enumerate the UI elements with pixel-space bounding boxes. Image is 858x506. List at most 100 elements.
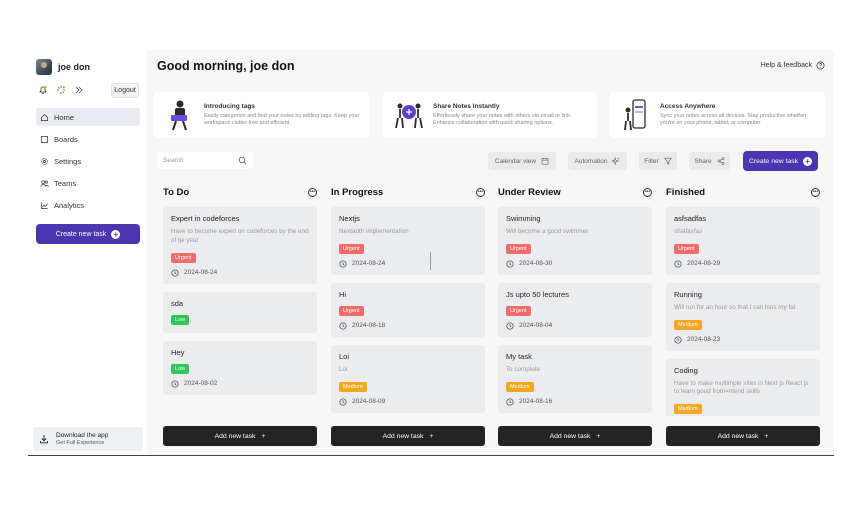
add-new-task-button[interactable]: Add new task +	[163, 426, 317, 446]
sidebar-item-home[interactable]: Home	[36, 108, 140, 126]
feature-title: Share Notes Instantly	[433, 103, 500, 111]
home-icon	[40, 113, 49, 121]
automation-button[interactable]: Automation	[568, 152, 627, 170]
clock-icon	[339, 398, 347, 406]
sidebar: joe don Logout Home Boards Settings Team…	[28, 50, 147, 455]
priority-badge: Medium	[674, 404, 702, 415]
column-in-progress: In Progress ••• Nextjs Nextauth implementat…	[331, 184, 485, 446]
task-title: asfsadfas	[674, 214, 707, 223]
clock-icon	[339, 322, 347, 330]
card-list[interactable]: Swimming Will become a good swimmer Urgent…	[498, 207, 652, 416]
task-card[interactable]: Js upto 50 lectures Urgent 2024-08-04	[498, 282, 652, 337]
priority-badge: Medium	[339, 381, 367, 392]
filter-icon	[663, 157, 672, 165]
due-date-text: 2024-08-24	[352, 260, 386, 268]
sidebar-item-boards[interactable]: Boards	[36, 130, 140, 148]
due-date-text: 2024-08-18	[352, 322, 386, 330]
due-date-text: 2024-08-09	[352, 398, 386, 406]
sidebar-create-task-button[interactable]: Create new task +	[36, 224, 140, 244]
share-button[interactable]: Share	[689, 152, 730, 170]
chart-icon	[40, 201, 48, 209]
plus-icon: +	[764, 432, 769, 440]
tags-illustration	[166, 97, 194, 133]
clock-icon	[171, 269, 179, 277]
user-profile[interactable]: joe don	[36, 59, 90, 75]
priority-badge: Medium	[506, 381, 534, 392]
due-date-text: 2024-08-04	[519, 322, 553, 330]
clock-icon	[506, 398, 514, 406]
access-illustration	[622, 97, 650, 133]
add-new-task-button[interactable]: Add new task +	[498, 426, 652, 446]
share-icon	[717, 157, 725, 165]
page-title: Good morning, joe don	[157, 59, 295, 73]
more-options-icon[interactable]: •••	[643, 187, 652, 197]
sidebar-item-settings[interactable]: Settings	[36, 152, 140, 170]
add-new-task-button[interactable]: Add new task +	[666, 426, 820, 446]
add-task-label: Add new task	[717, 432, 759, 440]
sidebar-item-label: Teams	[54, 178, 77, 188]
add-task-label: Add new task	[382, 432, 424, 440]
sidebar-item-analytics[interactable]: Analytics	[36, 196, 140, 214]
task-card[interactable]: Nextjs Nextauth implementation Urgent 2024-…	[331, 207, 485, 275]
create-new-task-button[interactable]: Create new task +	[743, 151, 818, 171]
task-title: My task	[506, 351, 532, 361]
feature-description: Sync your notes across all devices. Stay…	[660, 113, 807, 126]
task-card[interactable]: Expert in codeforces Have to become exper…	[163, 207, 317, 284]
add-task-label: Add new task	[214, 432, 256, 440]
logout-button[interactable]: Logout	[111, 83, 139, 98]
task-description: Nextauth implementation	[339, 228, 409, 235]
help-feedback-link[interactable]: Help & feedback	[761, 61, 825, 70]
avatar[interactable]	[36, 59, 52, 75]
calendar-view-button[interactable]: Calendar view	[488, 152, 556, 170]
more-options-icon[interactable]: •••	[476, 187, 485, 197]
card-list[interactable]: Nextjs Nextauth implementation Urgent 2024-…	[331, 207, 485, 416]
task-card[interactable]: Running Will run for an hour so that I ca…	[666, 282, 820, 351]
task-card[interactable]: Swimming Will become a good swimmer Urgent…	[498, 207, 652, 275]
task-card[interactable]: Hey Low 2024-08-02	[163, 340, 317, 395]
search-icon	[238, 156, 247, 165]
loader-icon[interactable]	[55, 84, 66, 95]
task-card[interactable]: My task To complete Medium 2024-08-16	[498, 344, 652, 413]
priority-badge: Medium	[674, 319, 702, 330]
double-chevron-right-icon[interactable]	[73, 84, 84, 95]
task-title: Loi	[339, 351, 350, 361]
add-new-task-button[interactable]: Add new task +	[331, 426, 485, 446]
bell-icon[interactable]	[37, 84, 48, 95]
card-list[interactable]: Expert in codeforces Have to become exper…	[163, 207, 317, 416]
add-task-label: Add new task	[549, 432, 591, 440]
filter-label: Filter	[644, 157, 659, 165]
help-label: Help & feedback	[760, 62, 812, 69]
create-task-label: Create new task	[748, 157, 799, 165]
task-card[interactable]: sda Low	[163, 291, 317, 333]
filter-button[interactable]: Filter	[639, 152, 677, 170]
task-description: Have to make multimple sites in Next js …	[674, 379, 809, 396]
due-date-text: 2024-08-02	[184, 380, 218, 388]
task-card[interactable]: Loi Loi Medium 2024-08-09	[331, 344, 485, 413]
download-app-button[interactable]: Download the app Get Full Experience	[33, 427, 143, 451]
username: joe don	[58, 62, 90, 72]
priority-badge: Low	[171, 314, 190, 325]
task-card[interactable]: asfsadfas sfsafasfas Urgent 2024-08-29	[666, 207, 820, 275]
column-under-review: Under Review ••• Swimming Will become a goo…	[498, 184, 652, 446]
task-description: Loi	[339, 365, 348, 373]
more-options-icon[interactable]: •••	[811, 187, 820, 197]
feature-card-share: Share Notes Instantly Effortlessly share…	[383, 92, 597, 138]
more-options-icon[interactable]: •••	[308, 187, 317, 197]
task-card[interactable]: Hi Urgent 2024-08-18	[331, 282, 485, 337]
feature-description: Easily categorize and find your notes by…	[204, 113, 360, 126]
task-due-date: 2024-08-16	[506, 398, 644, 406]
clock-icon	[506, 322, 514, 330]
task-description: To complete	[506, 365, 540, 373]
card-list[interactable]: asfsadfas sfsafasfas Urgent 2024-08-29 Runni…	[666, 207, 820, 416]
sidebar-item-label: Settings	[54, 156, 82, 166]
app-window: joe don Logout Home Boards Settings Team…	[28, 50, 834, 456]
search-input[interactable]: Search	[157, 152, 253, 169]
feature-title: Access Anywhere	[660, 103, 716, 111]
column-title: In Progress	[331, 186, 384, 198]
sidebar-item-teams[interactable]: Teams	[36, 174, 140, 192]
task-due-date: 2024-08-02	[171, 380, 309, 388]
plus-circle-icon: +	[111, 229, 121, 239]
sidebar-item-label: Analytics	[54, 200, 85, 210]
task-card[interactable]: Coding Have to make multimple sites in Ne…	[666, 358, 820, 416]
task-title: Expert in codeforces	[171, 214, 240, 223]
